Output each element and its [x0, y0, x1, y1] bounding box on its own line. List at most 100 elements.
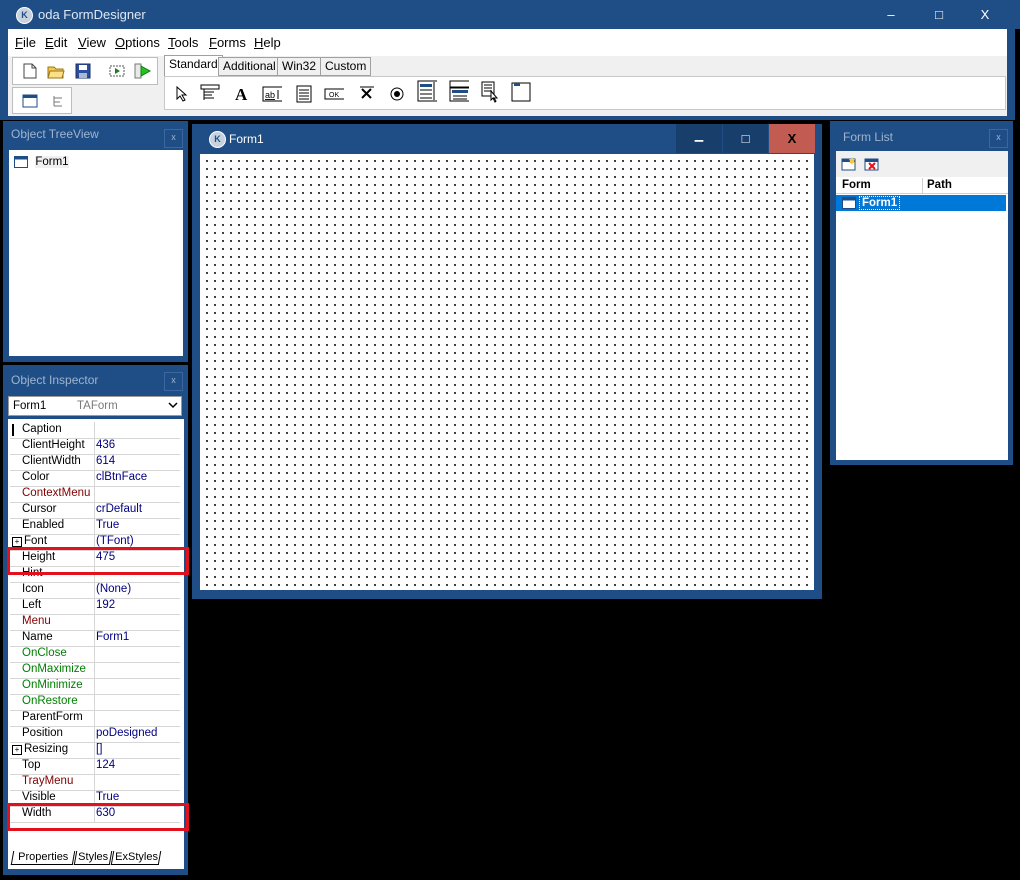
property-row-contextmenu[interactable]: ContextMenu — [10, 486, 180, 503]
tab-custom[interactable]: Custom — [320, 57, 372, 76]
property-value[interactable]: 192 — [96, 599, 115, 611]
new-file-icon[interactable] — [20, 61, 40, 81]
chevron-down-icon — [168, 399, 178, 414]
property-value[interactable]: True — [96, 791, 119, 803]
form1-close-button[interactable]: X — [769, 124, 815, 153]
tab-order-icon[interactable] — [48, 91, 68, 111]
memo-component-icon[interactable] — [294, 84, 314, 104]
menu-component-icon[interactable] — [200, 83, 220, 103]
tab-additional[interactable]: Additional — [218, 57, 281, 76]
run-debug-icon[interactable] — [108, 61, 128, 81]
menu-file[interactable]: File — [15, 35, 36, 50]
property-row-clientheight[interactable]: ClientHeight 436 — [10, 438, 180, 455]
property-row-position[interactable]: Position poDesigned — [10, 726, 180, 743]
property-value[interactable]: Form1 — [96, 631, 129, 643]
property-name-text: Top — [22, 759, 41, 771]
property-value[interactable]: 124 — [96, 759, 115, 771]
property-name-text: OnMaximize — [22, 663, 86, 675]
property-row-left[interactable]: Left 192 — [10, 598, 180, 615]
property-name: + Font — [12, 535, 47, 547]
property-value[interactable]: (None) — [96, 583, 131, 595]
svg-text:A: A — [235, 86, 248, 102]
property-row-enabled[interactable]: Enabled True — [10, 518, 180, 535]
property-row-caption[interactable]: Caption — [10, 422, 180, 439]
pointer-icon[interactable] — [172, 84, 192, 104]
property-value[interactable]: crDefault — [96, 503, 142, 515]
property-value[interactable]: (TFont) — [96, 535, 134, 547]
tab-win32[interactable]: Win32 — [277, 57, 322, 76]
checkbox-component-icon[interactable] — [357, 84, 377, 104]
column-divider — [94, 646, 95, 662]
form-icon — [14, 155, 28, 168]
property-row-name[interactable]: Name Form1 — [10, 630, 180, 647]
property-row-onmaximize[interactable]: OnMaximize — [10, 662, 180, 679]
property-row-onminimize[interactable]: OnMinimize — [10, 678, 180, 695]
treeview-close-button[interactable]: x — [164, 129, 183, 148]
property-value[interactable]: clBtnFace — [96, 471, 147, 483]
inspector-tab-exstyles[interactable]: ExStyles — [110, 851, 162, 865]
add-form-icon[interactable] — [839, 154, 859, 174]
expand-plus-icon[interactable]: + — [12, 537, 22, 547]
height-highlight — [7, 547, 189, 575]
run-icon[interactable] — [133, 61, 153, 81]
menu-options[interactable]: Options — [115, 35, 160, 50]
property-name-text: Enabled — [22, 519, 65, 531]
property-row-color[interactable]: Color clBtnFace — [10, 470, 180, 487]
tree-item-form1[interactable]: Form1 — [14, 154, 69, 170]
inspector-tab-properties[interactable]: Properties — [10, 851, 76, 865]
menu-view[interactable]: View — [78, 35, 106, 50]
property-name: ClientWidth — [22, 455, 81, 467]
save-icon[interactable] — [73, 61, 93, 81]
object-selector[interactable]: Form1 TAForm — [8, 396, 182, 416]
edit-component-icon[interactable]: ab — [262, 84, 282, 104]
label-component-icon[interactable]: A — [232, 84, 252, 104]
property-name-text: OnClose — [22, 647, 67, 659]
property-value[interactable]: True — [96, 519, 119, 531]
property-row-clientwidth[interactable]: ClientWidth 614 — [10, 454, 180, 471]
property-row-icon[interactable]: Icon (None) — [10, 582, 180, 599]
property-name: + Resizing — [12, 743, 68, 755]
property-row-resizing[interactable]: + Resizing [] — [10, 742, 180, 759]
tab-standard[interactable]: Standard — [164, 55, 223, 76]
property-row-onclose[interactable]: OnClose — [10, 646, 180, 663]
remove-form-icon[interactable] — [862, 154, 882, 174]
form1-maximize-button[interactable]: □ — [723, 124, 768, 153]
column-form[interactable]: Form — [842, 179, 871, 191]
radio-component-icon[interactable] — [387, 84, 407, 104]
formlist-row[interactable]: Form1 — [836, 195, 1006, 211]
form-view-icon[interactable] — [20, 91, 40, 111]
property-value[interactable]: [] — [96, 743, 102, 755]
property-value[interactable]: poDesigned — [96, 727, 157, 739]
minimize-button[interactable]: – — [868, 0, 914, 29]
close-button[interactable]: X — [962, 0, 1008, 29]
column-divider — [94, 694, 95, 710]
property-value[interactable]: 614 — [96, 455, 115, 467]
property-row-onrestore[interactable]: OnRestore — [10, 694, 180, 711]
property-value[interactable]: 436 — [96, 439, 115, 451]
menu-edit[interactable]: Edit — [45, 35, 67, 50]
scrollbar-component-icon[interactable] — [481, 81, 501, 103]
maximize-button[interactable]: □ — [916, 0, 962, 29]
groupbox-component-icon[interactable] — [511, 82, 531, 102]
property-row-cursor[interactable]: Cursor crDefault — [10, 502, 180, 519]
property-row-parentform[interactable]: ParentForm — [10, 710, 180, 727]
column-divider — [94, 422, 95, 438]
button-component-icon[interactable]: OK — [324, 84, 344, 104]
menu-tools[interactable]: Tools — [168, 35, 198, 50]
listbox-component-icon[interactable] — [417, 80, 437, 102]
formlist-close-button[interactable]: x — [989, 129, 1008, 148]
combobox-component-icon[interactable] — [449, 80, 469, 102]
property-row-top[interactable]: Top 124 — [10, 758, 180, 775]
menu-forms[interactable]: Forms — [209, 35, 246, 50]
form1-design-surface[interactable] — [200, 154, 814, 590]
form1-minimize-button[interactable]: ▁ — [676, 124, 722, 153]
inspector-tab-styles[interactable]: Styles — [73, 851, 113, 865]
menu-help[interactable]: Help — [254, 35, 281, 50]
open-folder-icon[interactable] — [46, 61, 66, 81]
property-row-menu[interactable]: Menu — [10, 614, 180, 631]
expand-plus-icon[interactable]: + — [12, 745, 22, 755]
property-name-text: Color — [22, 471, 50, 483]
column-path[interactable]: Path — [927, 179, 952, 191]
inspector-close-button[interactable]: x — [164, 372, 183, 391]
property-row-traymenu[interactable]: TrayMenu — [10, 774, 180, 791]
